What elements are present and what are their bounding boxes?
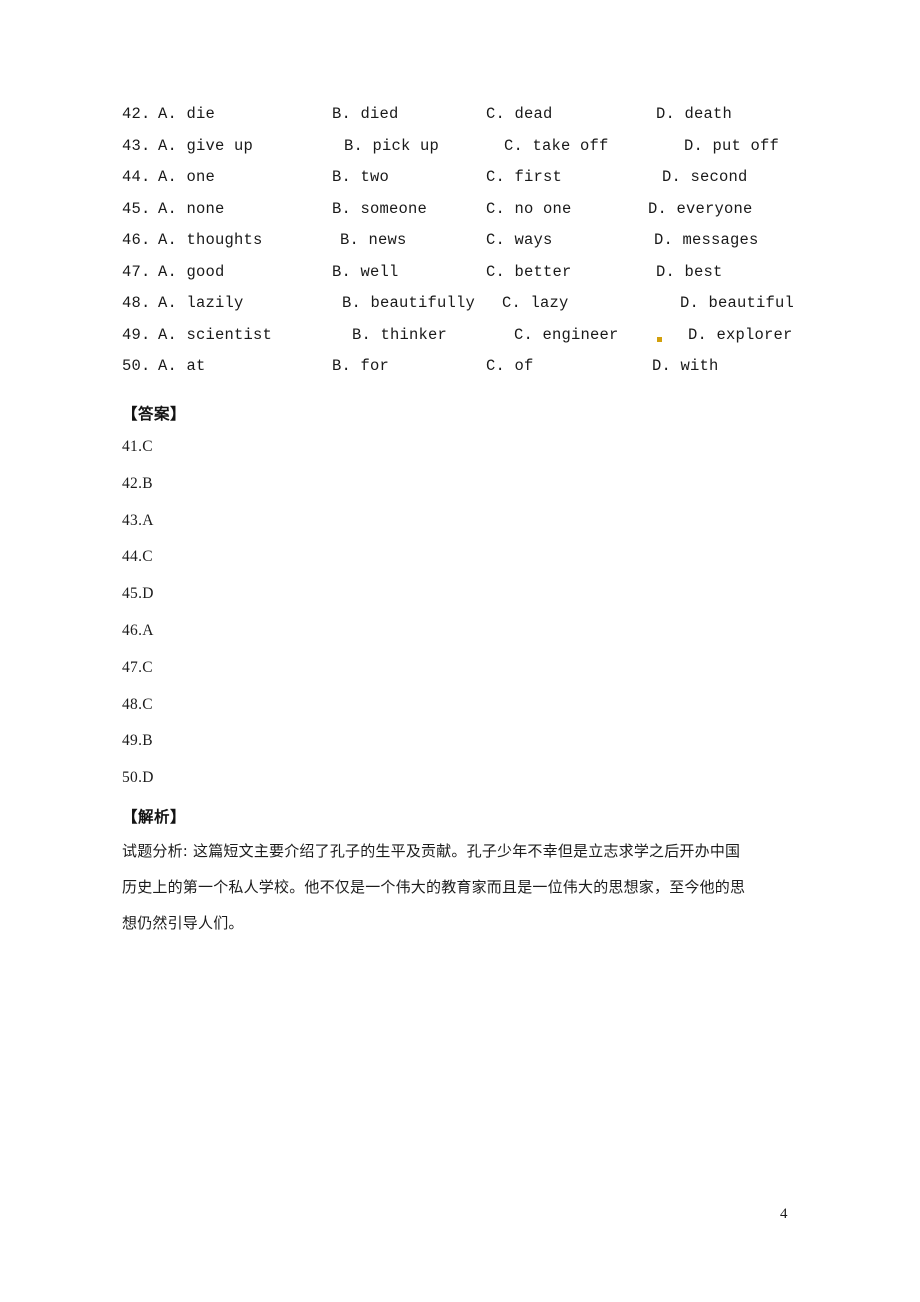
option-choice-c[interactable]: C. take off	[504, 137, 609, 155]
analysis-section-heading: 【解析】	[122, 808, 187, 826]
question-number: 47.	[122, 262, 151, 281]
question-number: 46.	[122, 231, 151, 249]
question-number: 42.	[122, 105, 151, 123]
answer-item: 46.A	[122, 621, 154, 639]
option-choice-d[interactable]: D. messages	[654, 231, 759, 249]
answer-item: 49.B	[122, 732, 153, 750]
option-choice-b[interactable]: B. someone	[332, 200, 427, 218]
answers-list: 41.C 42.B 43.A 44.C 45.D 46.A 47.C 48.C …	[122, 438, 154, 806]
option-choice-a[interactable]: A. lazily	[158, 294, 244, 312]
answer-item: 42.B	[122, 474, 153, 492]
scan-artifact-dot	[657, 337, 662, 342]
option-choice-c[interactable]: C. engineer	[514, 326, 619, 344]
answer-item: 50.D	[122, 769, 154, 787]
option-choice-c[interactable]: C. lazy	[502, 294, 569, 312]
answer-item: 44.C	[122, 548, 153, 566]
analysis-line: 试题分析: 这篇短文主要介绍了孔子的生平及贡献。孔子少年不幸但是立志求学之后开办…	[122, 842, 741, 860]
option-choice-b[interactable]: B. for	[332, 357, 389, 375]
option-choice-a[interactable]: A. at	[158, 357, 206, 375]
option-row: 42. A. die B. died C. dead D. death	[122, 105, 802, 137]
page-number: 4	[780, 1206, 788, 1222]
option-choice-c[interactable]: C. better	[486, 263, 572, 281]
option-row: 49. A. scientist B. thinker C. engineer …	[122, 326, 802, 358]
question-number: 49.	[122, 325, 151, 344]
option-choice-b[interactable]: B. thinker	[352, 326, 447, 344]
option-choice-d[interactable]: D. second	[662, 168, 748, 186]
document-page: 42. A. die B. died C. dead D. death 43. …	[0, 0, 920, 1302]
analysis-line: 历史上的第一个私人学校。他不仅是一个伟大的教育家而且是一位伟大的思想家，至今他的…	[122, 878, 746, 896]
answer-item: 43.A	[122, 511, 154, 529]
option-row: 45. A. none B. someone C. no one D. ever…	[122, 200, 802, 232]
option-choice-b[interactable]: B. two	[332, 168, 389, 186]
option-choice-a[interactable]: A. thoughts	[158, 231, 263, 249]
option-choice-b[interactable]: B. news	[340, 231, 407, 249]
option-row: 44. A. one B. two C. first D. second	[122, 168, 802, 200]
option-choice-c[interactable]: C. dead	[486, 105, 553, 123]
option-choice-a[interactable]: A. good	[158, 263, 225, 281]
option-choice-a[interactable]: A. none	[158, 200, 225, 218]
option-row: 47. A. good B. well C. better D. best	[122, 263, 802, 295]
option-choice-a[interactable]: A. one	[158, 168, 215, 186]
option-row: 48. A. lazily B. beautifully C. lazy D. …	[122, 294, 802, 326]
option-row: 46. A. thoughts B. news C. ways D. messa…	[122, 231, 802, 263]
option-choice-a[interactable]: A. give up	[158, 137, 253, 155]
question-number: 50.	[122, 357, 151, 375]
option-choice-d[interactable]: D. explorer	[688, 326, 793, 344]
option-choice-d[interactable]: D. put off	[684, 137, 779, 155]
option-choice-c[interactable]: C. no one	[486, 200, 572, 218]
question-number: 44.	[122, 168, 151, 186]
option-choice-a[interactable]: A. die	[158, 105, 215, 123]
option-choice-d[interactable]: D. everyone	[648, 200, 753, 218]
option-choice-d[interactable]: D. beautiful	[680, 294, 794, 312]
option-choice-c[interactable]: C. first	[486, 168, 562, 186]
option-choice-d[interactable]: D. best	[656, 263, 723, 281]
answer-item: 45.D	[122, 585, 154, 603]
answers-section-heading: 【答案】	[122, 405, 187, 423]
answer-item: 48.C	[122, 695, 153, 713]
analysis-paragraph: 试题分析: 这篇短文主要介绍了孔子的生平及贡献。孔子少年不幸但是立志求学之后开办…	[122, 840, 798, 948]
question-number: 43.	[122, 136, 151, 155]
question-number: 45.	[122, 199, 151, 218]
option-choice-b[interactable]: B. beautifully	[342, 294, 475, 312]
option-choice-c[interactable]: C. of	[486, 357, 534, 375]
option-row: 43. A. give up B. pick up C. take off D.…	[122, 137, 802, 169]
option-choice-b[interactable]: B. pick up	[344, 137, 439, 155]
analysis-line: 想仍然引导人们。	[122, 914, 244, 932]
question-number: 48.	[122, 294, 151, 312]
option-choice-b[interactable]: B. well	[332, 263, 399, 281]
option-choice-b[interactable]: B. died	[332, 105, 399, 123]
option-choice-d[interactable]: D. death	[656, 105, 732, 123]
option-choice-d[interactable]: D. with	[652, 357, 719, 375]
answer-item: 41.C	[122, 438, 153, 455]
multiple-choice-options: 42. A. die B. died C. dead D. death 43. …	[122, 105, 802, 389]
option-choice-a[interactable]: A. scientist	[158, 326, 272, 344]
option-row: 50. A. at B. for C. of D. with	[122, 357, 802, 389]
option-choice-c[interactable]: C. ways	[486, 231, 553, 249]
answer-item: 47.C	[122, 658, 153, 676]
